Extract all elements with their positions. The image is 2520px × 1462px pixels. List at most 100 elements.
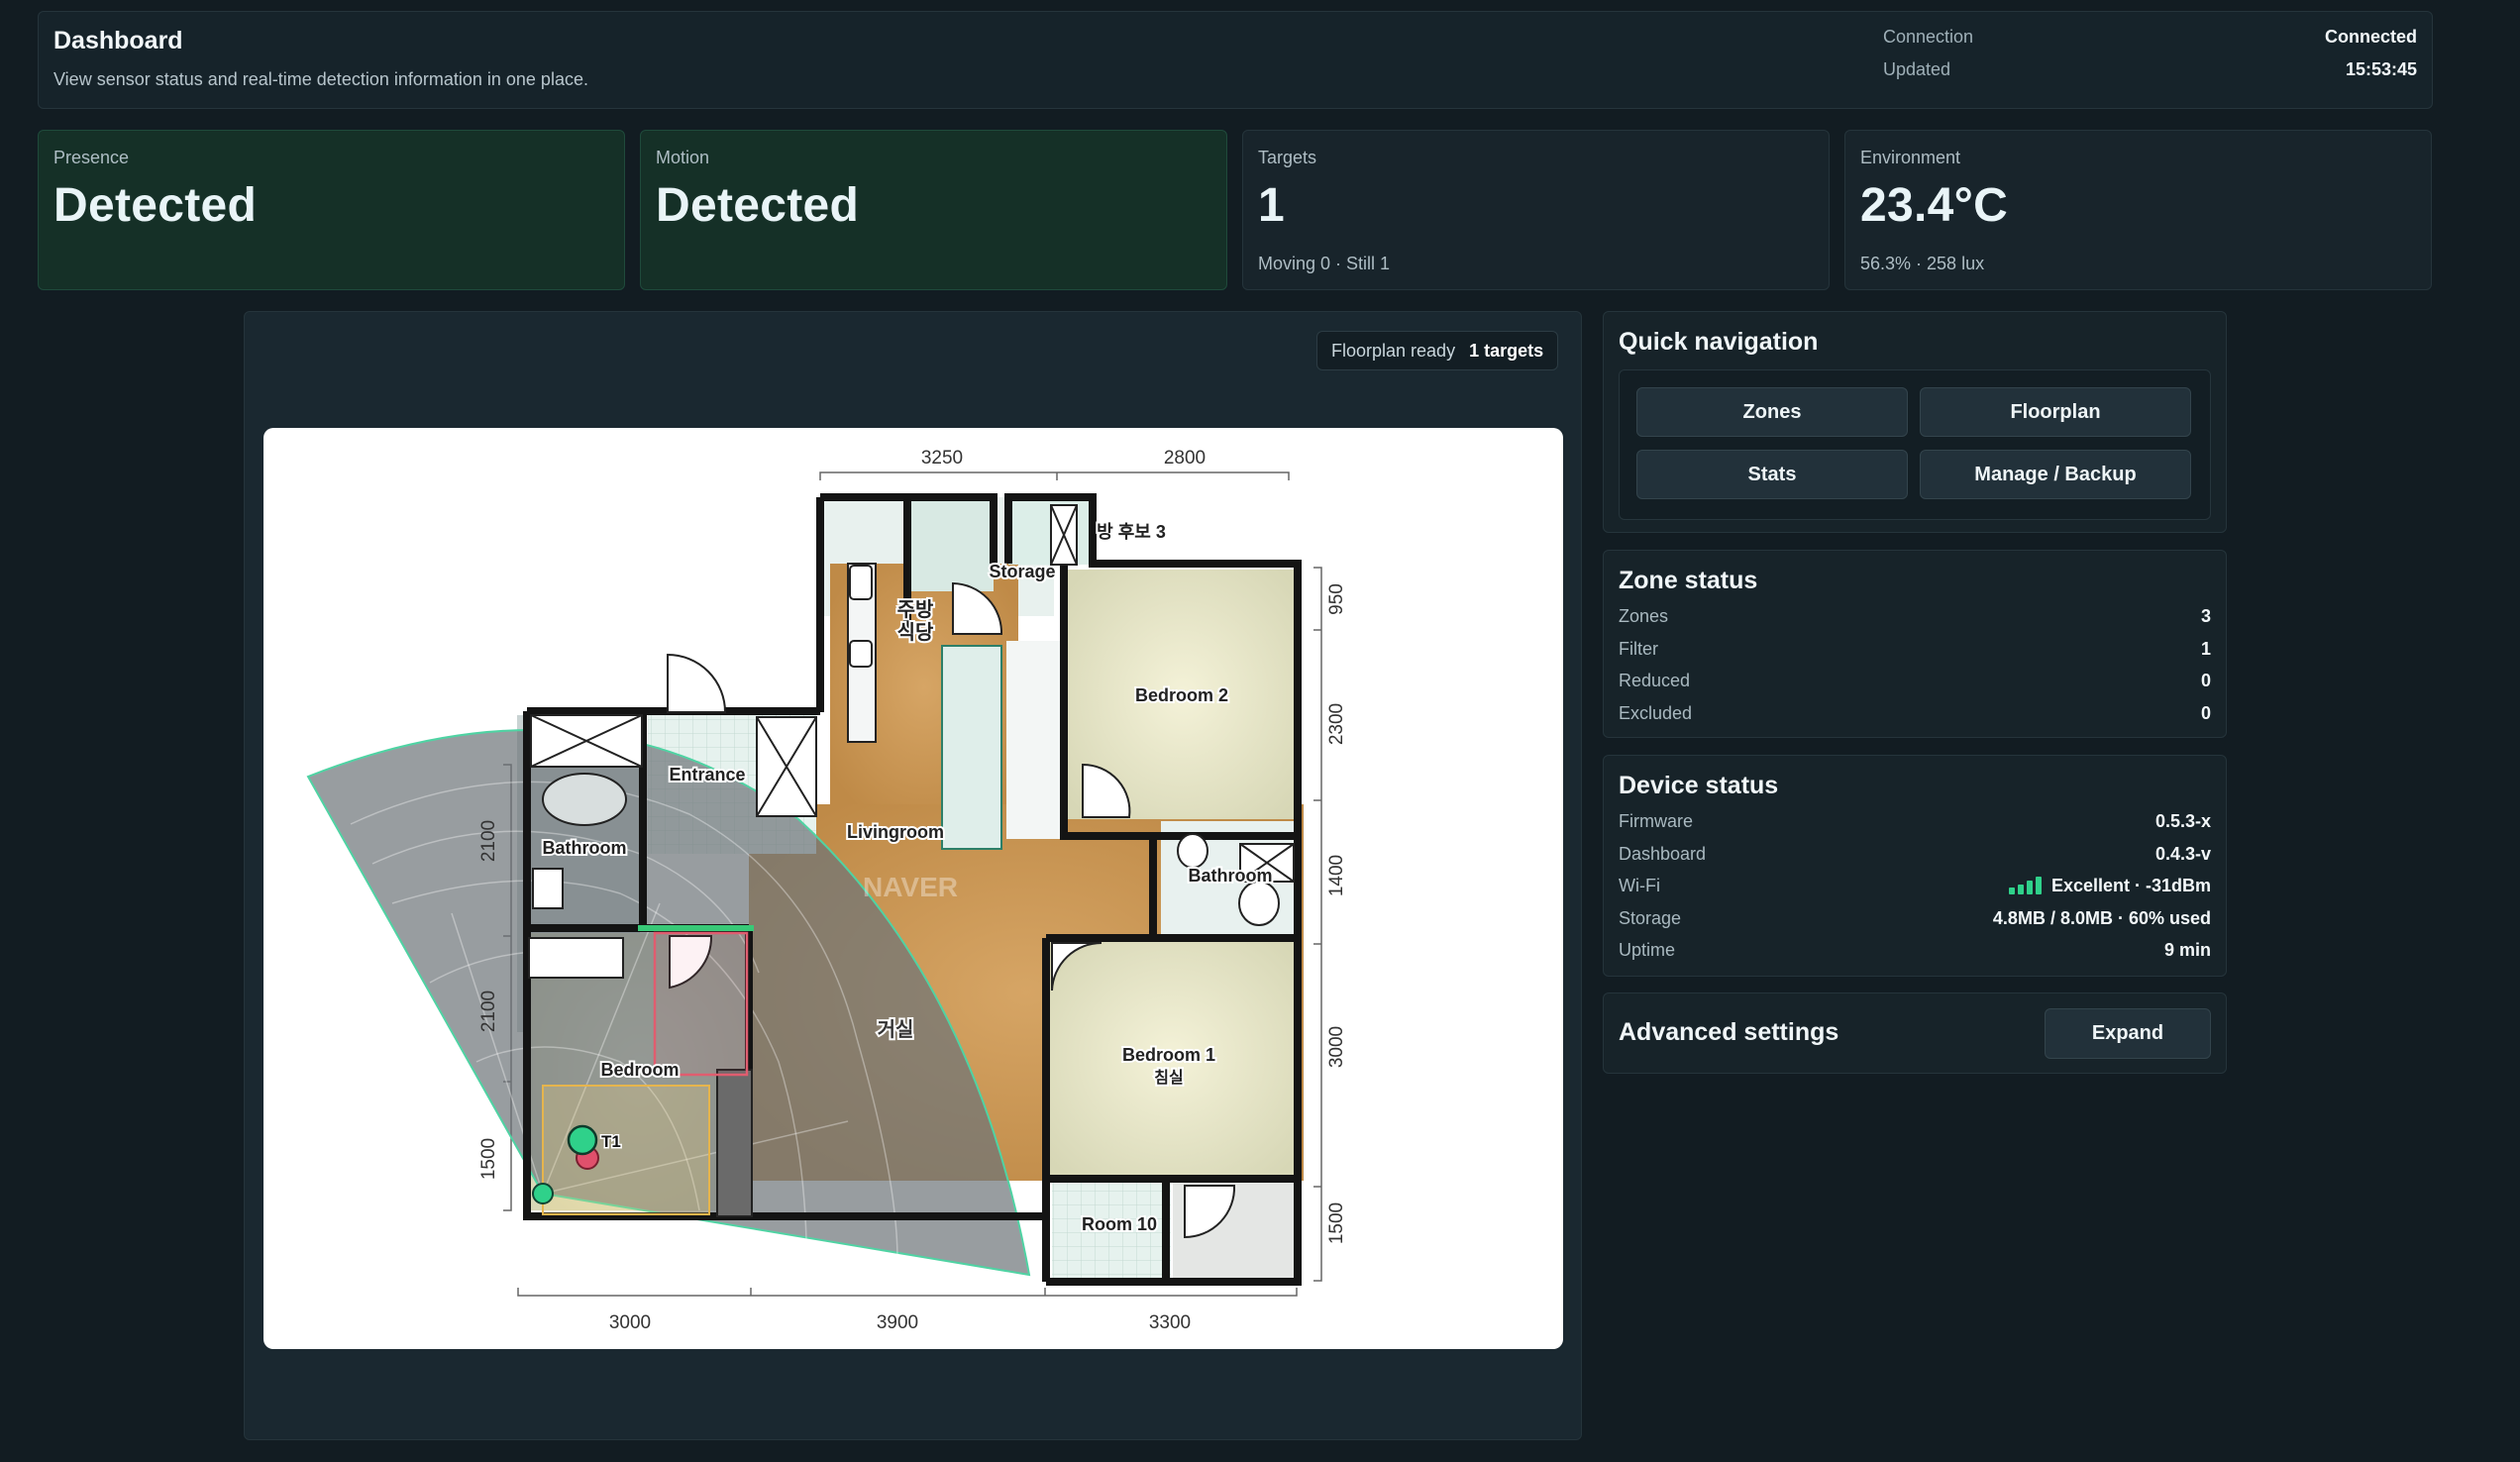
zone-status-panel: Zone status Zones 3 Filter 1 Reduced 0 E… xyxy=(1603,550,2227,738)
nav-zones-button[interactable]: Zones xyxy=(1636,387,1908,437)
device-row-wifi: Wi-Fi Excellent · -31dBm xyxy=(1619,872,2211,899)
device-row-label: Storage xyxy=(1619,907,1682,928)
room-label-bedroom: Bedroom xyxy=(600,1060,679,1080)
floorplan-canvas[interactable]: NAVER 3250 2800 3000 3900 3300 2100 2100… xyxy=(263,428,1563,1349)
device-row-label: Uptime xyxy=(1619,939,1676,960)
zone-row-excluded: Excluded 0 xyxy=(1619,699,2211,727)
device-row-firmware: Firmware 0.5.3-x xyxy=(1619,807,2211,835)
motion-label: Motion xyxy=(656,148,710,167)
nav-floorplan-button[interactable]: Floorplan xyxy=(1920,387,2191,437)
wifi-value: Excellent · -31dBm xyxy=(2050,875,2211,895)
advanced-settings-title: Advanced settings xyxy=(1619,1018,1839,1046)
dim-right-3: 1400 xyxy=(1326,855,1347,896)
humidity-lux: 56.3% · 258 lux xyxy=(1860,254,1985,273)
page-title: Dashboard xyxy=(53,27,183,54)
nav-manage-backup-button[interactable]: Manage / Backup xyxy=(1920,450,2191,499)
device-row-value: 0.5.3-x xyxy=(2154,810,2211,831)
dim-left-3: 1500 xyxy=(478,1138,499,1180)
floorplan-svg[interactable]: NAVER 3250 2800 3000 3900 3300 2100 2100… xyxy=(263,428,1563,1349)
motion-value: Detected xyxy=(656,179,860,232)
device-row-uptime: Uptime 9 min xyxy=(1619,936,2211,964)
targets-card: Targets 1 Moving 0 · Still 1 xyxy=(1242,130,1830,290)
device-row-label: Wi-Fi xyxy=(1619,875,1660,895)
quick-navigation-grid: Zones Floorplan Stats Manage / Backup xyxy=(1619,369,2211,520)
environment-card: Environment 23.4°C 56.3% · 258 lux xyxy=(1844,130,2432,290)
dim-top-2: 2800 xyxy=(1164,448,1206,469)
zone-row-label: Filter xyxy=(1619,638,1658,659)
header-bar: Dashboard View sensor status and real-ti… xyxy=(38,11,2433,109)
zone-row-value: 0 xyxy=(2200,702,2211,723)
advanced-settings-panel: Advanced settings Expand xyxy=(1603,992,2227,1074)
zone-row-value: 1 xyxy=(2200,638,2211,659)
presence-value: Detected xyxy=(53,179,258,232)
wifi-signal-icon xyxy=(2008,877,2042,894)
targets-count-badge: 1 targets xyxy=(1469,340,1544,361)
temperature-value: 23.4°C xyxy=(1860,179,2009,232)
zone-row-value: 0 xyxy=(2200,670,2211,690)
zone-row-label: Excluded xyxy=(1619,702,1693,723)
dim-right-5: 1500 xyxy=(1326,1202,1347,1244)
dim-right-2: 2300 xyxy=(1326,703,1347,745)
targets-value: 1 xyxy=(1258,179,1285,232)
device-row-label: Firmware xyxy=(1619,810,1693,831)
dim-bottom-1: 3000 xyxy=(609,1312,651,1333)
motion-card: Motion Detected xyxy=(640,130,1227,290)
floorplan-status-badge: Floorplan ready 1 targets xyxy=(1316,331,1559,370)
targets-breakdown: Moving 0 · Still 1 xyxy=(1258,254,1391,273)
device-row-value: 4.8MB / 8.0MB · 60% used xyxy=(1992,907,2211,928)
dim-bottom-2: 3900 xyxy=(877,1312,918,1333)
device-row-value: 9 min xyxy=(2163,939,2211,960)
page-subtitle: View sensor status and real-time detecti… xyxy=(53,69,588,89)
map-watermark: NAVER xyxy=(863,872,958,902)
presence-label: Presence xyxy=(53,148,130,167)
floorplan-status: Floorplan ready xyxy=(1331,340,1456,361)
room-label-bedroom1-ko: 침실 xyxy=(1154,1068,1183,1087)
dim-left-2: 2100 xyxy=(478,991,499,1032)
room-label-living-korean: 거실 xyxy=(878,1018,914,1041)
presence-card: Presence Detected xyxy=(38,130,625,290)
target-t1-marker[interactable] xyxy=(567,1124,598,1156)
wifi-status: Excellent · -31dBm xyxy=(2008,875,2211,896)
connection-status: Connected xyxy=(2324,27,2417,47)
zone-row-label: Zones xyxy=(1619,605,1669,626)
zone-row-filter: Filter 1 xyxy=(1619,635,2211,663)
floorplan-panel: Floorplan ready 1 targets NAVER 3250 280… xyxy=(244,311,1582,1440)
room-label-kitchen-2: 식당 xyxy=(897,621,934,644)
expand-button[interactable]: Expand xyxy=(2045,1008,2211,1059)
zone-status-title: Zone status xyxy=(1619,567,1758,594)
quick-navigation-panel: Quick navigation Zones Floorplan Stats M… xyxy=(1603,311,2227,533)
dim-right-1: 950 xyxy=(1326,583,1347,615)
room-label-livingroom: Livingroom xyxy=(847,822,944,842)
targets-label: Targets xyxy=(1258,148,1317,167)
room-label-room3: 방 후보 3 xyxy=(1097,522,1166,542)
device-row-value: 0.4.3-v xyxy=(2154,843,2211,864)
sensor-marker[interactable] xyxy=(532,1183,554,1204)
device-row-dashboard: Dashboard 0.4.3-v xyxy=(1619,840,2211,868)
room-label-bathroom-right: Bathroom xyxy=(1189,866,1273,886)
updated-time: 15:53:45 xyxy=(2345,59,2417,79)
room-label-bathroom-left: Bathroom xyxy=(543,838,627,858)
environment-label: Environment xyxy=(1860,148,1961,167)
dim-right-4: 3000 xyxy=(1326,1026,1347,1068)
device-status-title: Device status xyxy=(1619,772,1779,799)
room-label-bedroom1: Bedroom 1 xyxy=(1122,1045,1215,1065)
nav-stats-button[interactable]: Stats xyxy=(1636,450,1908,499)
room-label-kitchen-1: 주방 xyxy=(897,598,934,621)
connection-label: Connection xyxy=(1883,27,1974,47)
updated-label: Updated xyxy=(1883,59,1951,79)
zone-row-value: 3 xyxy=(2200,605,2211,626)
device-row-storage: Storage 4.8MB / 8.0MB · 60% used xyxy=(1619,904,2211,932)
room-label-entrance: Entrance xyxy=(669,765,745,784)
room-label-storage: Storage xyxy=(989,562,1055,581)
zone-row-zones: Zones 3 xyxy=(1619,602,2211,630)
target-t1-label: T1 xyxy=(601,1132,621,1151)
device-status-panel: Device status Firmware 0.5.3-x Dashboard… xyxy=(1603,755,2227,977)
room-label-room10: Room 10 xyxy=(1082,1214,1157,1234)
dim-left-1: 2100 xyxy=(478,820,499,862)
device-row-label: Dashboard xyxy=(1619,843,1707,864)
room-label-bedroom2: Bedroom 2 xyxy=(1135,685,1228,705)
dim-bottom-3: 3300 xyxy=(1149,1312,1191,1333)
zone-row-label: Reduced xyxy=(1619,670,1691,690)
dim-top-1: 3250 xyxy=(921,448,963,469)
zone-row-reduced: Reduced 0 xyxy=(1619,667,2211,694)
